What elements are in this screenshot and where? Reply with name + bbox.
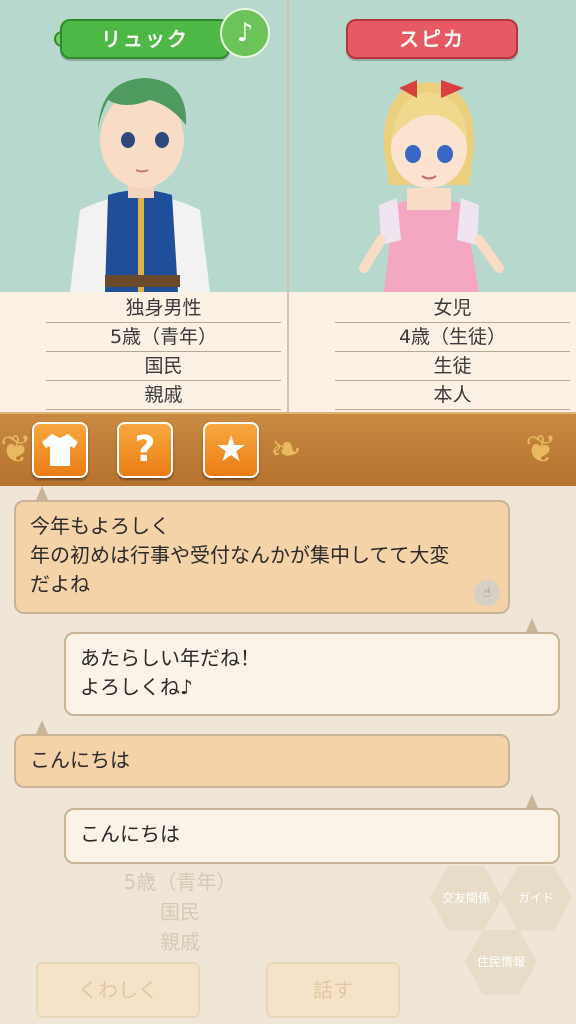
details-button: くわしく: [36, 962, 200, 1018]
left-info-status: 独身男性: [46, 294, 281, 323]
message-line: 年の初めは行事や受付なんかが集中してて大変: [30, 543, 450, 567]
message-line: よろしくね♪: [80, 675, 193, 699]
bubble-tail: [526, 618, 538, 632]
action-icon-bar: ❦ ❧ ❦ ? ★: [0, 412, 576, 488]
right-character-info: 女児 4歳（生徒） 生徒 本人: [289, 292, 576, 412]
right-character-name[interactable]: スピカ: [346, 19, 518, 59]
left-character-name[interactable]: リュック: [60, 19, 230, 59]
message-line: あたらしい年だね！: [80, 646, 260, 670]
hex-residents: 住民情報: [465, 929, 537, 995]
chat-message-right: あたらしい年だね！ よろしくね♪: [64, 632, 560, 716]
left-info-role: 国民: [46, 352, 281, 381]
chat-message-right: こんにちは: [64, 808, 560, 864]
music-note-icon[interactable]: ♪: [220, 8, 270, 58]
message-line: だよね: [30, 572, 90, 596]
bg-info-relation: 親戚: [160, 930, 200, 954]
center-ornament: ❧: [270, 427, 302, 471]
right-info-role: 生徒: [335, 352, 570, 381]
right-info-age: 4歳（生徒）: [335, 323, 570, 352]
bg-info-role: 国民: [160, 900, 200, 924]
left-character-portrait: リュック ♪: [0, 0, 287, 292]
message-line: こんにちは: [80, 822, 180, 846]
bubble-tail: [36, 486, 48, 500]
right-ornament: ❦: [525, 427, 557, 471]
right-info-relation: 本人: [335, 381, 570, 410]
bubble-tail: [36, 720, 48, 734]
message-line: こんにちは: [30, 748, 130, 772]
left-character-info: 独身男性 5歳（青年） 国民 親戚: [0, 292, 287, 412]
message-line: 今年もよろしく: [30, 514, 170, 538]
hex-guide: ガイド: [500, 865, 572, 931]
question-icon[interactable]: ?: [117, 422, 173, 478]
right-character-portrait: スピカ: [289, 0, 576, 292]
hex-friends: 交友関係: [430, 865, 502, 931]
bubble-tail: [526, 794, 538, 808]
tap-icon[interactable]: ☝: [474, 580, 500, 606]
chat-message-left: 今年もよろしく 年の初めは行事や受付なんかが集中してて大変 だよね ☝: [14, 500, 510, 614]
left-info-relation: 親戚: [46, 381, 281, 410]
bg-info-age: 5歳（青年）: [123, 870, 237, 894]
shirt-icon[interactable]: [32, 422, 88, 478]
chat-message-left: こんにちは: [14, 734, 510, 788]
left-info-age: 5歳（青年）: [46, 323, 281, 352]
talk-button: 話す: [266, 962, 400, 1018]
left-ornament: ❦: [0, 427, 32, 471]
right-info-status: 女児: [335, 294, 570, 323]
star-icon[interactable]: ★: [203, 422, 259, 478]
